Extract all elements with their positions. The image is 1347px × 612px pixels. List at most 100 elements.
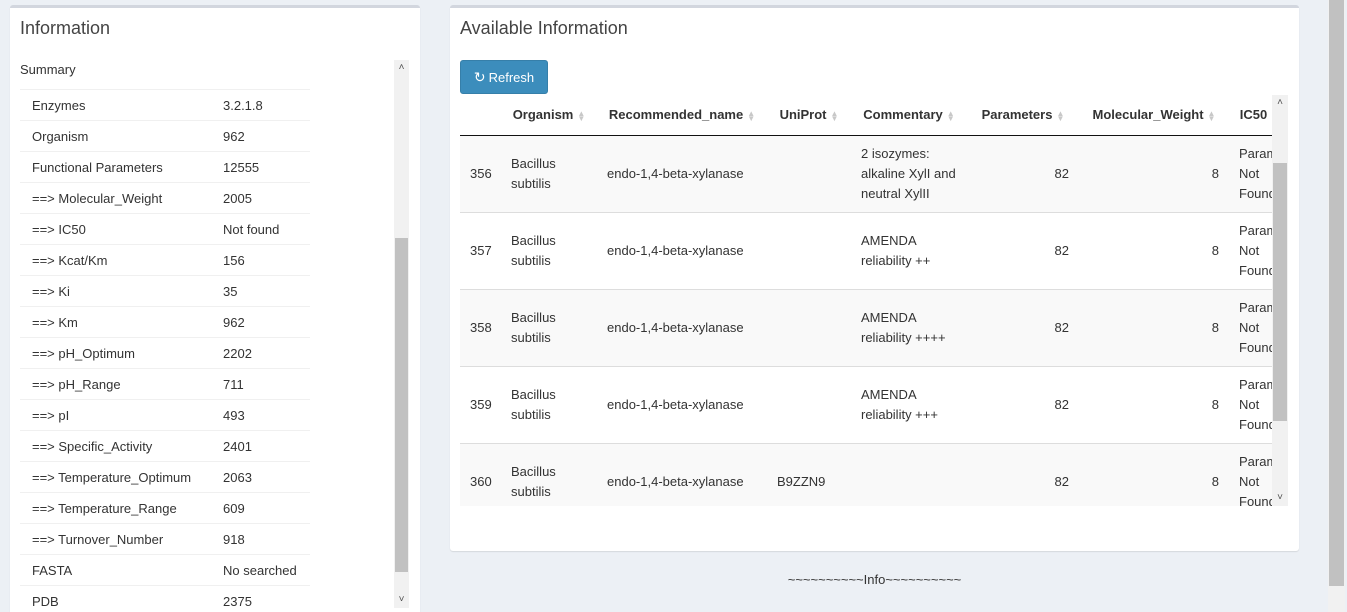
summary-key: ==> pH_Optimum [20,337,211,369]
summary-value: 2401 [211,430,310,462]
footer-info: ~~~~~~~~~~Info~~~~~~~~~~ [787,572,962,587]
summary-row: PDB 2375 [20,585,310,612]
sort-both-icon[interactable]: ▲▼ [1056,109,1064,122]
summary-scroll-area[interactable]: Summary Enzymes 3.2.1.8 Organism 962 Functio… [20,58,408,612]
summary-key: ==> pH_Range [20,368,211,400]
summary-row: ==> Specific_Activity 2401 [20,430,310,462]
column-header[interactable]: UniProt ▲ ▼ [767,95,851,136]
page-scrollbar[interactable] [1328,0,1345,612]
summary-key: ==> Specific_Activity [20,430,211,462]
table-cell-ic50: Parameter Not Found [1229,289,1272,367]
available-information-panel: Available Information ↻ Refresh Organism… [450,5,1299,551]
summary-value: 962 [211,306,310,338]
column-header[interactable] [460,95,501,136]
column-header[interactable]: Organism ▲ ▼ [501,95,597,136]
table-cell-id: 360 [460,443,501,506]
table-cell-commentary [851,443,967,506]
refresh-button[interactable]: ↻ Refresh [460,60,548,94]
summary-key: ==> Km [20,306,211,338]
sort-both-icon[interactable]: ▲▼ [747,109,755,122]
data-table: Organism ▲ ▼ Recommended_name ▲ ▼ UniProt ▲ ▼ Com… [460,95,1272,506]
sort-both-icon[interactable]: ▲▼ [577,109,585,122]
scrollbar-thumb[interactable] [395,238,408,572]
table-cell-ic50: Parameter Not Found [1229,366,1272,444]
column-header[interactable]: IC50▲▼ [1229,95,1272,136]
sort-both-icon[interactable]: ▲▼ [831,109,839,122]
table-cell-mw: 8 [1079,443,1229,506]
table-cell-organism: Bacillus subtilis [501,289,597,367]
table-cell-parameters: 82 [967,366,1079,444]
table-row[interactable]: 357 Bacillus subtilis endo-1,4-beta-xylana… [460,212,1272,290]
table-cell-ic50: Parameter Not Found [1229,212,1272,290]
summary-key: ==> IC50 [20,213,211,245]
summary-label: Summary [20,62,76,77]
refresh-icon: ↻ [473,68,486,85]
table-row[interactable]: 360 Bacillus subtilis endo-1,4-beta-xylana… [460,443,1272,506]
column-header-label: Parameters [981,107,1053,123]
column-header-label: Recommended_name [608,107,744,123]
column-header[interactable]: Parameters ▲ ▼ [967,95,1079,136]
table-cell-organism: Bacillus subtilis [501,366,597,444]
summary-value: 493 [211,399,310,431]
summary-value: 12555 [211,151,310,183]
table-cell-organism: Bacillus subtilis [501,135,597,213]
column-header-label: Organism [512,107,574,123]
table-cell-id: 358 [460,289,501,367]
table-cell-name: endo-1,4-beta-xylanase [597,135,767,213]
summary-row: ==> Molecular_Weight 2005 [20,182,310,214]
table-cell-commentary: AMENDA reliability ++++ [851,289,967,367]
available-information-title: Available Information [460,18,628,38]
table-cell-name: endo-1,4-beta-xylanase [597,289,767,367]
summary-key: Enzymes [20,89,211,121]
summary-value: 2063 [211,461,310,493]
table-cell-uniprot [767,135,851,213]
table-cell-commentary: 2 isozymes: alkaline XylI and neutral Xy… [851,135,967,213]
table-cell-parameters: 82 [967,443,1079,506]
summary-value: No searched [211,554,310,586]
table-cell-parameters: 82 [967,135,1079,213]
summary-row: ==> pI 493 [20,399,310,431]
table-scrollbar[interactable]: ˄ ˅ [1272,95,1288,506]
table-row[interactable]: 356 Bacillus subtilis endo-1,4-beta-xylana… [460,135,1272,213]
page-scrollbar-thumb[interactable] [1329,0,1344,586]
summary-value: 3.2.1.8 [211,89,310,121]
table-cell-ic50: Parameter Not Found [1229,443,1272,506]
scroll-up-icon[interactable]: ˄ [1272,95,1288,111]
table-cell-id: 359 [460,366,501,444]
column-header[interactable]: Commentary ▲ ▼ [851,95,967,136]
summary-scrollbar[interactable]: ˄ ˅ [394,60,409,608]
scroll-down-icon[interactable]: ˅ [394,592,409,608]
data-table-scroll[interactable]: Organism ▲ ▼ Recommended_name ▲ ▼ UniProt ▲ ▼ Com… [460,95,1272,506]
refresh-label: Refresh [488,69,535,85]
summary-value: 2202 [211,337,310,369]
summary-key: Functional Parameters [20,151,211,183]
scrollbar-thumb[interactable] [1273,163,1287,421]
table-cell-commentary: AMENDA reliability +++ [851,366,967,444]
table-cell-parameters: 82 [967,212,1079,290]
summary-value: 711 [211,368,310,400]
table-cell-organism: Bacillus subtilis [501,443,597,506]
table-cell-id: 356 [460,135,501,213]
summary-key: ==> pI [20,399,211,431]
summary-key: FASTA [20,554,211,586]
column-header[interactable]: Recommended_name ▲ ▼ [597,95,767,136]
table-cell-organism: Bacillus subtilis [501,212,597,290]
summary-value: 2005 [211,182,310,214]
table-row[interactable]: 358 Bacillus subtilis endo-1,4-beta-xylana… [460,289,1272,367]
column-header[interactable]: Molecular_Weight ▲ ▼ [1079,95,1229,136]
sort-both-icon[interactable]: ▲▼ [947,109,955,122]
summary-value: Not found [211,213,310,245]
table-cell-name: endo-1,4-beta-xylanase [597,366,767,444]
summary-key: ==> Temperature_Range [20,492,211,524]
summary-key: ==> Kcat/Km [20,244,211,276]
summary-row: ==> Km 962 [20,306,310,338]
summary-key: Organism [20,120,211,152]
summary-value: 962 [211,120,310,152]
sort-both-icon[interactable]: ▲▼ [1208,109,1216,122]
summary-row: Enzymes 3.2.1.8 [20,89,310,121]
scroll-up-icon[interactable]: ˄ [394,60,409,76]
scroll-down-icon[interactable]: ˅ [1272,490,1288,506]
table-row[interactable]: 359 Bacillus subtilis endo-1,4-beta-xylana… [460,366,1272,444]
summary-row: ==> Kcat/Km 156 [20,244,310,276]
summary-key: ==> Ki [20,275,211,307]
